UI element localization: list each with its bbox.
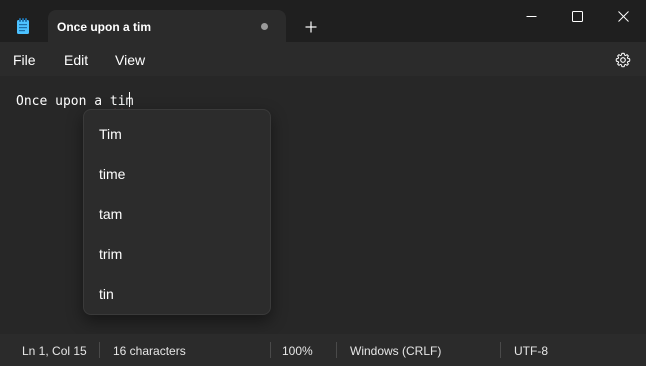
settings-button[interactable] (613, 50, 633, 70)
menu-bar: File Edit View (0, 42, 646, 76)
maximize-button[interactable] (554, 0, 600, 32)
suggestion-item[interactable]: trim (99, 246, 122, 262)
close-icon (617, 10, 629, 22)
new-tab-button[interactable] (300, 16, 322, 38)
notepad-icon (16, 18, 30, 34)
menu-file[interactable]: File (13, 52, 36, 68)
tab-title: Once upon a tim (57, 20, 152, 34)
suggestion-item[interactable]: tin (99, 286, 114, 302)
line-ending[interactable]: Windows (CRLF) (350, 344, 441, 358)
character-count: 16 characters (113, 344, 186, 358)
unsaved-dot-icon[interactable] (261, 23, 268, 30)
menu-view[interactable]: View (115, 52, 145, 68)
close-button[interactable] (600, 0, 646, 32)
document-tab[interactable]: Once upon a tim (48, 10, 286, 43)
editor-text-plain: Once upon a (16, 94, 110, 109)
text-caret (129, 92, 131, 107)
spelling-suggestions-menu: Tim time tam trim tin (83, 109, 271, 315)
zoom-level[interactable]: 100% (282, 344, 313, 358)
title-bar: Once upon a tim (0, 0, 646, 43)
status-divider (270, 342, 271, 358)
cursor-position: Ln 1, Col 15 (22, 344, 87, 358)
status-divider (336, 342, 337, 358)
gear-icon (615, 52, 631, 68)
status-bar: Ln 1, Col 15 16 characters 100% Windows … (0, 334, 646, 366)
status-divider (500, 342, 501, 358)
minimize-button[interactable] (508, 0, 554, 32)
suggestion-item[interactable]: Tim (99, 126, 122, 142)
plus-icon (305, 21, 317, 33)
menu-edit[interactable]: Edit (64, 52, 88, 68)
suggestion-item[interactable]: tam (99, 206, 122, 222)
minimize-icon (526, 15, 536, 17)
suggestion-item[interactable]: time (99, 166, 125, 182)
editor-content[interactable]: Once upon a tim (16, 92, 133, 109)
status-divider (99, 342, 100, 358)
encoding[interactable]: UTF-8 (514, 344, 548, 358)
maximize-icon (571, 10, 583, 22)
